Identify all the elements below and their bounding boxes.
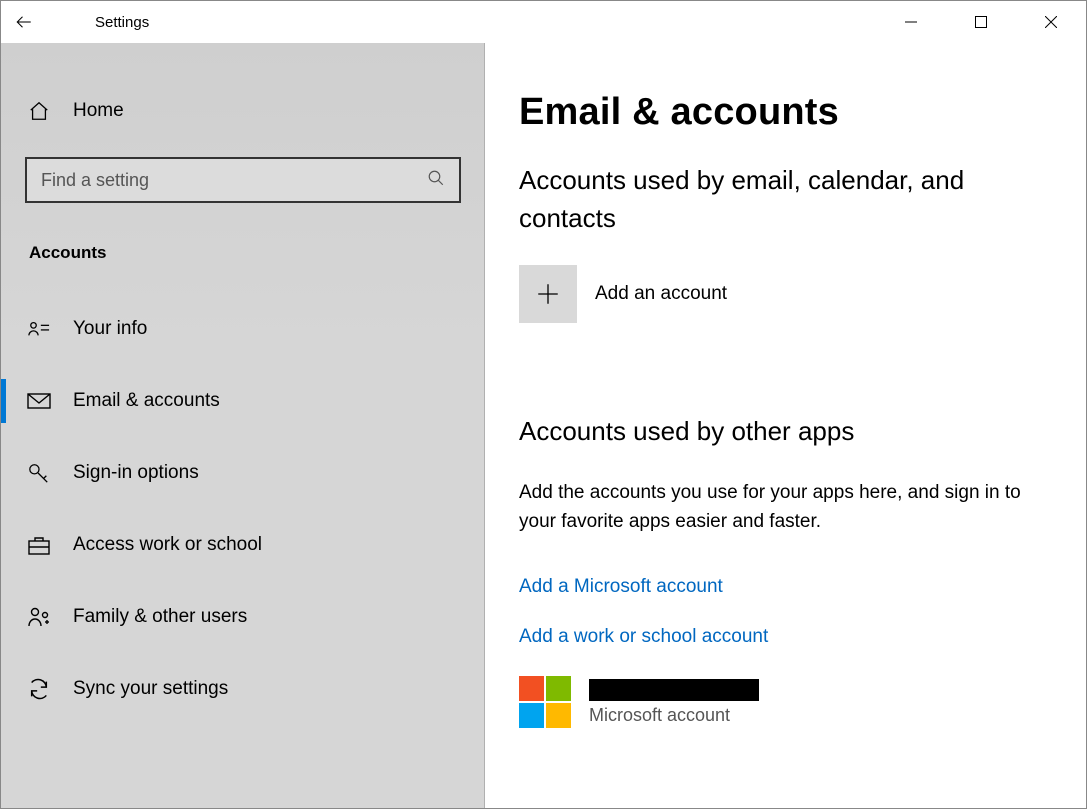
section-other-apps-title: Accounts used by other apps — [519, 413, 1052, 451]
back-button[interactable] — [1, 1, 47, 43]
key-icon — [25, 462, 53, 484]
account-entry[interactable]: Microsoft account — [519, 676, 759, 728]
sidebar-item-label: Family & other users — [73, 606, 247, 628]
microsoft-logo-icon — [519, 676, 571, 728]
add-account-label: Add an account — [595, 283, 727, 305]
family-icon — [25, 606, 53, 628]
mail-icon — [25, 390, 53, 412]
window-controls — [876, 1, 1086, 43]
page-title: Email & accounts — [519, 91, 1052, 134]
sidebar-item-label: Sign-in options — [73, 462, 199, 484]
window-title: Settings — [95, 14, 149, 31]
section-other-apps-desc: Add the accounts you use for your apps h… — [519, 479, 1049, 536]
account-type-label: Microsoft account — [589, 705, 759, 726]
add-work-school-link[interactable]: Add a work or school account — [519, 626, 768, 648]
user-info-icon — [25, 318, 53, 340]
sidebar-item-label: Email & accounts — [73, 390, 220, 412]
sidebar-item-sign-in-options[interactable]: Sign-in options — [1, 437, 485, 509]
sidebar-item-sync[interactable]: Sync your settings — [1, 653, 485, 725]
arrow-left-icon — [15, 13, 33, 31]
sidebar-item-work-school[interactable]: Access work or school — [1, 509, 485, 581]
add-account-button[interactable]: Add an account — [519, 265, 727, 323]
sidebar: Home Accounts — [1, 43, 485, 808]
sidebar-item-your-info[interactable]: Your info — [1, 293, 485, 365]
section-email-calendar-title: Accounts used by email, calendar, and co… — [519, 162, 1052, 237]
maximize-button[interactable] — [946, 1, 1016, 43]
category-label: Accounts — [29, 243, 485, 263]
plus-icon — [519, 265, 577, 323]
sidebar-item-email-accounts[interactable]: Email & accounts — [1, 365, 485, 437]
home-label: Home — [73, 100, 124, 122]
sidebar-item-family[interactable]: Family & other users — [1, 581, 485, 653]
titlebar: Settings — [1, 1, 1086, 43]
minimize-icon — [905, 16, 917, 28]
add-ms-account-link[interactable]: Add a Microsoft account — [519, 576, 723, 598]
close-icon — [1045, 16, 1057, 28]
sync-icon — [25, 678, 53, 700]
search-input[interactable] — [25, 157, 461, 203]
search-icon — [427, 169, 447, 192]
search-field[interactable] — [39, 169, 427, 192]
sidebar-item-label: Your info — [73, 318, 147, 340]
account-email-redacted — [589, 679, 759, 701]
maximize-icon — [975, 16, 987, 28]
main-content: Email & accounts Accounts used by email,… — [485, 43, 1086, 808]
minimize-button[interactable] — [876, 1, 946, 43]
home-icon — [25, 100, 53, 122]
nav-list: Your info Email & accounts — [1, 293, 485, 725]
sidebar-item-label: Sync your settings — [73, 678, 228, 700]
close-button[interactable] — [1016, 1, 1086, 43]
home-button[interactable]: Home — [1, 83, 485, 139]
briefcase-icon — [25, 534, 53, 556]
sidebar-item-label: Access work or school — [73, 534, 262, 556]
account-text: Microsoft account — [589, 679, 759, 726]
